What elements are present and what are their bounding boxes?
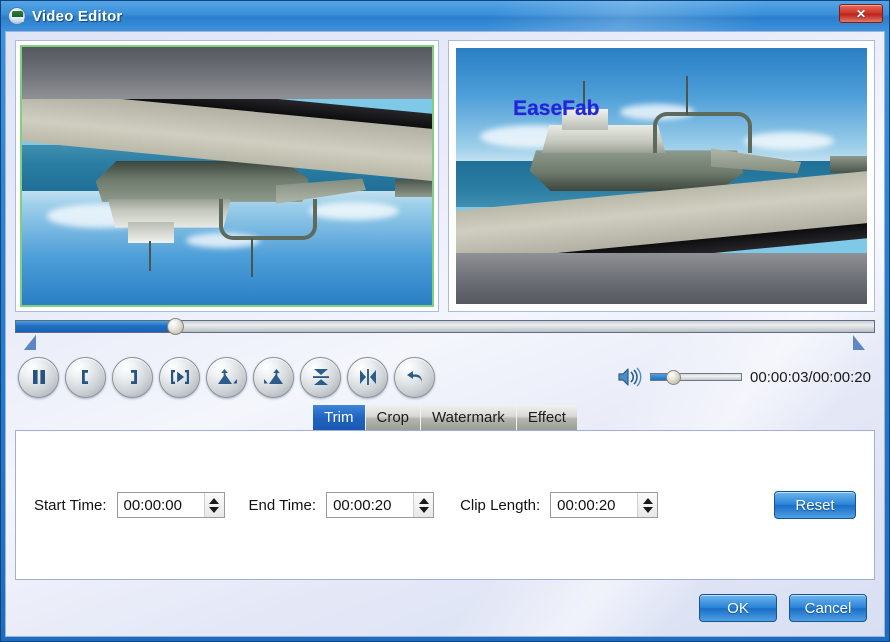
- end-time-label: End Time:: [248, 496, 317, 514]
- rotate-left-button[interactable]: [206, 356, 247, 398]
- tab-crop[interactable]: Crop: [365, 405, 422, 430]
- tab-trim[interactable]: Trim: [313, 405, 366, 430]
- clip-length-input[interactable]: [551, 493, 638, 517]
- flip-horizontal-icon: [359, 369, 376, 385]
- editor-tabs: Trim Crop Watermark Effect: [6, 405, 884, 430]
- output-preview-frame: EaseFab: [454, 47, 868, 305]
- client-area: EaseFab 00:00:03/00:00:20 Trim Crop Wate…: [5, 31, 885, 637]
- end-time-decrement-icon[interactable]: [418, 506, 429, 513]
- video-editor-window: Video Editor ✕ EaseFab 00:00:03/00:00:20…: [0, 0, 890, 642]
- clip-length-decrement-icon[interactable]: [642, 506, 653, 513]
- right-trim-handle[interactable]: [853, 335, 865, 350]
- end-time-spin-buttons[interactable]: [413, 493, 434, 517]
- start-time-spin-buttons[interactable]: [203, 493, 224, 517]
- start-time-label: Start Time:: [34, 496, 107, 514]
- cancel-button[interactable]: Cancel: [789, 594, 867, 622]
- clip-length-increment-icon[interactable]: [642, 497, 653, 504]
- ok-button[interactable]: OK: [699, 594, 777, 622]
- start-time-stepper[interactable]: [116, 492, 225, 518]
- dialog-footer: OK Cancel: [6, 580, 884, 636]
- reset-button[interactable]: Reset: [774, 491, 856, 519]
- play-bracket-icon: [170, 370, 189, 384]
- close-button[interactable]: ✕: [839, 4, 883, 23]
- speaker-icon[interactable]: [616, 365, 642, 389]
- undo-button[interactable]: [394, 356, 435, 398]
- seek-progress-fill: [16, 321, 175, 332]
- end-time-stepper[interactable]: [326, 492, 435, 518]
- app-icon: [8, 7, 26, 25]
- rotate-right-button[interactable]: [253, 356, 294, 398]
- volume-handle[interactable]: [665, 370, 681, 385]
- title-bar: Video Editor ✕: [1, 1, 889, 31]
- flip-vertical-button[interactable]: [300, 356, 341, 398]
- clip-length-spin-buttons[interactable]: [637, 493, 658, 517]
- set-end-button[interactable]: [112, 356, 153, 398]
- start-time-decrement-icon[interactable]: [209, 506, 220, 513]
- undo-arrow-icon: [406, 371, 422, 382]
- seek-bar-area: [6, 312, 884, 353]
- output-preview[interactable]: EaseFab: [447, 40, 875, 312]
- trim-form: Start Time: End Time:: [16, 491, 874, 519]
- play-segment-button[interactable]: [159, 356, 200, 398]
- volume-slider[interactable]: [650, 370, 743, 385]
- set-start-button[interactable]: [65, 356, 106, 398]
- end-time-increment-icon[interactable]: [418, 497, 429, 504]
- close-icon: ✕: [855, 6, 867, 21]
- output-video-frame: EaseFab: [455, 48, 867, 304]
- start-time-increment-icon[interactable]: [209, 497, 220, 504]
- rotate-left-icon: [217, 369, 237, 384]
- rotate-right-icon: [263, 369, 283, 384]
- seek-slider[interactable]: [15, 318, 875, 335]
- source-video-frame: [22, 47, 432, 305]
- tab-watermark[interactable]: Watermark: [421, 405, 517, 430]
- seek-handle[interactable]: [166, 318, 184, 335]
- clip-length-label: Clip Length:: [460, 496, 541, 514]
- editor-toolbar: 00:00:03/00:00:20: [6, 349, 884, 405]
- bracket-right-icon: [130, 370, 137, 384]
- pause-button[interactable]: [18, 356, 59, 398]
- preview-row: EaseFab: [6, 32, 884, 312]
- pause-icon: [32, 370, 45, 384]
- source-preview[interactable]: [15, 40, 439, 312]
- flip-vertical-icon: [312, 369, 329, 385]
- watermark-text: EaseFab: [513, 96, 600, 120]
- source-preview-frame: [20, 45, 434, 307]
- trim-panel: Start Time: End Time:: [15, 430, 875, 580]
- left-trim-handle[interactable]: [24, 335, 36, 350]
- playback-right-group: 00:00:03/00:00:20: [616, 365, 875, 389]
- clip-length-stepper[interactable]: [550, 492, 659, 518]
- end-time-input[interactable]: [327, 493, 414, 517]
- tab-effect[interactable]: Effect: [516, 405, 577, 430]
- bracket-left-icon: [81, 370, 88, 384]
- time-display: 00:00:03/00:00:20: [750, 368, 871, 386]
- start-time-input[interactable]: [117, 493, 204, 517]
- flip-horizontal-button[interactable]: [347, 356, 388, 398]
- window-title: Video Editor: [32, 7, 123, 25]
